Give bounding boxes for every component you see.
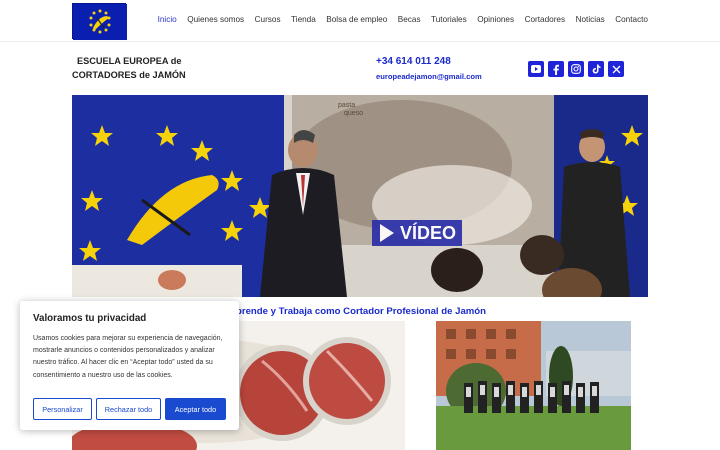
nav-item-cortadores[interactable]: Cortadores: [525, 15, 566, 24]
nav-item-becas[interactable]: Becas: [398, 15, 421, 24]
school-name-line1: ESCUELA EUROPEA de: [77, 56, 182, 66]
cookie-title: Valoramos tu privacidad: [33, 313, 147, 324]
cookie-buttons: Personalizar Rechazar todo Aceptar todo: [33, 398, 226, 420]
site-logo[interactable]: [72, 3, 127, 40]
instagram-icon[interactable]: [568, 61, 584, 77]
x-icon[interactable]: [608, 61, 624, 77]
eu-flag-logo-icon: [73, 4, 127, 40]
accept-all-button[interactable]: Aceptar todo: [165, 398, 226, 420]
svg-text:pasta: pasta: [338, 102, 355, 109]
hero-photo: pasta queso: [72, 95, 648, 297]
hero-video-banner[interactable]: pasta queso VÍDEO: [72, 95, 648, 297]
nav-item-contacto[interactable]: Contacto: [615, 15, 648, 24]
nav-item-noticias[interactable]: Noticias: [576, 15, 605, 24]
customize-button[interactable]: Personalizar: [33, 398, 92, 420]
email-link[interactable]: europeadejamon@gmail.com: [376, 72, 482, 81]
social-links: [528, 61, 624, 77]
school-name: ESCUELA EUROPEA de CORTADORES de JAMÓN: [72, 55, 202, 82]
phone-number[interactable]: +34 614 011 248: [376, 56, 451, 67]
video-label: VÍDEO: [400, 222, 457, 243]
students-group-image: [436, 321, 631, 450]
section-subtitle: prende y Trabaja como Cortador Profesion…: [236, 306, 487, 317]
nav-item-opiniones[interactable]: Opiniones: [477, 15, 514, 24]
site-header: Inicio Quienes somos Cursos Tienda Bolsa…: [0, 0, 720, 42]
youtube-icon[interactable]: [528, 61, 544, 77]
main-nav: Inicio Quienes somos Cursos Tienda Bolsa…: [147, 15, 648, 24]
facebook-icon[interactable]: [548, 61, 564, 77]
video-play-button[interactable]: VÍDEO: [372, 220, 462, 246]
nav-item-bolsa-de-empleo[interactable]: Bolsa de empleo: [326, 15, 387, 24]
svg-text:queso: queso: [344, 110, 363, 117]
school-name-line2: CORTADORES de JAMÓN: [72, 69, 186, 80]
nav-item-quienes-somos[interactable]: Quienes somos: [187, 15, 244, 24]
cookie-description: Usamos cookies para mejorar su experienc…: [33, 335, 223, 379]
nav-item-tienda[interactable]: Tienda: [291, 15, 316, 24]
tiktok-icon[interactable]: [588, 61, 604, 77]
nav-item-inicio[interactable]: Inicio: [158, 15, 177, 24]
nav-item-cursos[interactable]: Cursos: [255, 15, 281, 24]
reject-all-button[interactable]: Rechazar todo: [96, 398, 161, 420]
play-icon: [380, 224, 394, 242]
cookie-consent-panel: Valoramos tu privacidad Usamos cookies p…: [20, 301, 239, 430]
page: Inicio Quienes somos Cursos Tienda Bolsa…: [0, 0, 720, 450]
nav-item-tutoriales[interactable]: Tutoriales: [431, 15, 467, 24]
